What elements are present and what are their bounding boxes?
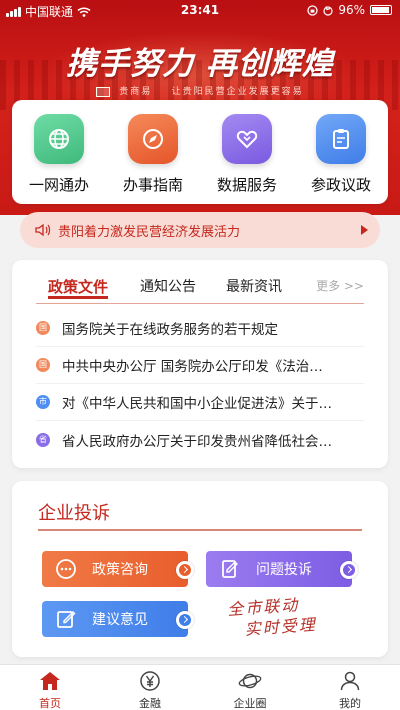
banner-subline: 贵商易 让贵阳民营企业发展更容易 xyxy=(0,84,400,97)
news-tabs: 政策文件 通知公告 最新资讯 更多 >> xyxy=(36,274,364,304)
tabbar-item-home[interactable]: 首页 xyxy=(10,669,90,710)
badge-icon: 国 xyxy=(36,321,50,335)
service-label: 办事指南 xyxy=(122,176,183,194)
bottom-tab-bar: 首页 金融 企业圈 我的 xyxy=(0,664,400,710)
tab-active-indicator xyxy=(48,296,109,299)
clipboard-icon xyxy=(316,114,366,164)
complaint-card: 企业投诉 政策咨询 问题投诉 建议意见 全市联动 实时受理 xyxy=(12,481,388,657)
news-title: 省人民政府办公厅关于印发贵州省降低社会… xyxy=(62,433,332,450)
battery-percent: 96% xyxy=(338,3,365,17)
play-arrow-icon xyxy=(361,225,368,235)
user-icon xyxy=(340,671,360,691)
action-label: 问题投诉 xyxy=(256,562,312,578)
issue-complaint-button[interactable]: 问题投诉 xyxy=(206,551,358,587)
service-item-online[interactable]: 一网通办 xyxy=(16,114,102,195)
notice-text: 贵阳着力激发民营经济发展活力 xyxy=(58,224,241,240)
yuan-icon xyxy=(140,671,160,691)
news-list: 国 国务院关于在线政务服务的若干规定 国 中共中央办公厅 国务院办公厅印发《法治… xyxy=(36,310,364,458)
lock-rotation-icon xyxy=(307,4,318,16)
tab-label: 通知公告 xyxy=(140,279,196,295)
tabbar-item-mine[interactable]: 我的 xyxy=(310,669,390,710)
tabbar-label: 我的 xyxy=(339,697,361,710)
service-item-politics[interactable]: 参政议政 xyxy=(298,114,384,195)
status-right: 96% xyxy=(307,3,392,17)
list-item[interactable]: 市 对《中华人民共和国中小企业促进法》关于… xyxy=(36,384,364,421)
brand-logo-icon xyxy=(96,86,111,97)
news-title: 中共中央办公厅 国务院办公厅印发《法治… xyxy=(62,359,323,375)
note-edit-icon xyxy=(57,611,76,628)
status-bar: 中国联通 23:41 96% xyxy=(0,0,400,20)
list-item[interactable]: 省 省人民政府办公厅关于印发贵州省降低社会… xyxy=(36,421,364,458)
brand-logo-text: 贵商易 xyxy=(119,87,153,97)
chevron-right-icon xyxy=(176,611,194,629)
service-label: 参政议政 xyxy=(310,176,371,194)
tabbar-label: 金融 xyxy=(139,697,161,710)
news-title: 国务院关于在线政务服务的若干规定 xyxy=(62,322,278,338)
suggestion-button[interactable]: 建议意见 xyxy=(42,601,194,637)
policy-consult-button[interactable]: 政策咨询 xyxy=(42,551,194,587)
list-item[interactable]: 国 中共中央办公厅 国务院办公厅印发《法治… xyxy=(36,347,364,384)
edit-doc-icon xyxy=(222,560,238,578)
action-label: 建议意见 xyxy=(92,612,148,628)
alarm-icon xyxy=(323,5,333,16)
news-card: 政策文件 通知公告 最新资讯 更多 >> 国 国务院关于在线政务服务的若干规定 … xyxy=(12,260,388,468)
tab-news[interactable]: 最新资讯 xyxy=(226,276,282,296)
globe-icon xyxy=(34,114,84,164)
service-grid: 一网通办 办事指南 数据服务 参政议政 xyxy=(12,100,388,204)
list-item[interactable]: 国 国务院关于在线政务服务的若干规定 xyxy=(36,310,364,347)
tab-label: 最新资讯 xyxy=(226,279,282,295)
notice-bar[interactable]: 贵阳着力激发民营经济发展活力 xyxy=(20,212,380,248)
tabbar-item-circle[interactable]: 企业圈 xyxy=(210,669,290,710)
badge-icon: 市 xyxy=(36,395,50,409)
tabbar-label: 首页 xyxy=(39,697,61,710)
battery-icon xyxy=(370,5,392,15)
compass-icon xyxy=(128,114,178,164)
handshake-icon xyxy=(222,114,272,164)
chat-icon xyxy=(56,559,76,579)
more-link[interactable]: 更多 >> xyxy=(316,277,364,294)
banner-slogan: 携手努力 再创辉煌 xyxy=(66,46,334,82)
tab-notice[interactable]: 通知公告 xyxy=(140,276,196,296)
tabbar-item-finance[interactable]: 金融 xyxy=(110,669,190,710)
banner-tagline: 让贵阳民营企业发展更容易 xyxy=(171,87,304,97)
service-label: 一网通办 xyxy=(28,176,89,194)
news-title: 对《中华人民共和国中小企业促进法》关于… xyxy=(62,396,332,412)
badge-icon: 省 xyxy=(36,432,50,447)
service-item-guide[interactable]: 办事指南 xyxy=(110,114,196,195)
badge-icon: 国 xyxy=(36,358,50,372)
section-divider xyxy=(38,529,362,531)
chevron-right-icon xyxy=(176,561,194,579)
service-label: 数据服务 xyxy=(216,176,277,194)
planet-icon xyxy=(238,673,262,689)
tabbar-label: 企业圈 xyxy=(233,697,267,710)
service-item-data[interactable]: 数据服务 xyxy=(204,114,290,195)
action-label: 政策咨询 xyxy=(92,562,148,578)
tab-policy[interactable]: 政策文件 xyxy=(48,276,109,299)
speaker-icon xyxy=(35,223,51,237)
calligraphy-stamp: 全市联动 实时受理 xyxy=(227,593,318,641)
section-title: 企业投诉 xyxy=(38,503,110,524)
tab-label: 政策文件 xyxy=(48,278,109,296)
home-icon xyxy=(40,672,60,690)
chevron-right-icon xyxy=(340,561,358,579)
